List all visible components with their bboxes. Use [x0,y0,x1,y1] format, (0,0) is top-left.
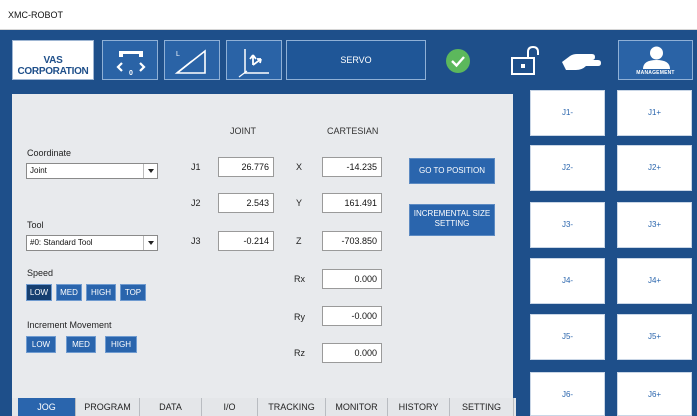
check-circle-icon [446,49,470,73]
linear-move-button[interactable]: L [164,40,220,80]
j3-value: -0.214 [218,231,274,251]
jog-button-pane: J1- J1+ J2- J2+ J3- J3+ J4- J4+ J5- J5+ … [516,90,697,416]
x-label: X [296,162,303,172]
cartesian-header: CARTESIAN [327,126,379,136]
speed-top-button[interactable]: TOP [120,284,146,301]
speed-high-button[interactable]: HIGH [86,284,116,301]
rx-label: Rx [294,274,305,284]
title-bar: XMC-ROBOT [0,0,697,30]
tab-data[interactable]: DATA [140,398,202,416]
logo-text: VAS CORPORATION [17,55,89,77]
jog-j5-plus-button[interactable]: J5+ [617,314,692,360]
tool-value: #0: Standard Tool [30,238,93,247]
bottom-tab-bar: JOG PROGRAM DATA I/O TRACKING MONITOR HI… [12,398,516,416]
hand-button[interactable] [556,40,606,80]
jog-j2-minus-button[interactable]: J2- [530,145,605,191]
company-logo: VAS CORPORATION [12,40,94,80]
unlock-icon [511,45,539,75]
tab-program[interactable]: PROGRAM [76,398,140,416]
tab-jog[interactable]: JOG [18,398,76,416]
coordinate-frame-icon [238,49,269,78]
tab-tracking[interactable]: TRACKING [258,398,326,416]
ry-value: -0.000 [322,306,382,326]
rz-value: 0.000 [322,343,382,363]
j2-value: 2.543 [218,193,274,213]
coordinate-label: Coordinate [27,148,72,158]
incremental-size-setting-button[interactable]: INCREMENTAL SIZE SETTING [409,204,495,236]
joint-header: JOINT [230,126,256,136]
incremental-size-label-line1: INCREMENTAL SIZE [413,209,491,218]
gripper-icon: 0 [116,51,146,77]
chevron-down-icon [143,236,157,250]
y-label: Y [296,198,303,208]
jog-j6-plus-button[interactable]: J6+ [617,372,692,416]
jog-j4-minus-button[interactable]: J4- [530,258,605,304]
tab-history[interactable]: HISTORY [388,398,450,416]
speed-low-button[interactable]: LOW [26,284,52,301]
increment-med-button[interactable]: MED [66,336,96,353]
svg-text:L: L [176,51,180,58]
z-value: -703.850 [322,231,382,251]
increment-low-button[interactable]: LOW [26,336,56,353]
window-title: XMC-ROBOT [8,10,63,20]
jog-j1-minus-button[interactable]: J1- [530,90,605,136]
jog-panel: JOINT CARTESIAN Coordinate Joint Tool #0… [12,94,513,398]
increment-high-button[interactable]: HIGH [105,336,137,353]
jog-j4-plus-button[interactable]: J4+ [617,258,692,304]
coordinate-select[interactable]: Joint [26,163,158,179]
tool-select[interactable]: #0: Standard Tool [26,235,158,251]
incremental-size-label-line2: SETTING [434,219,470,228]
j2-label: J2 [191,198,201,208]
rz-label: Rz [294,348,305,358]
jog-j2-plus-button[interactable]: J2+ [617,145,692,191]
linear-move-icon: L [174,49,206,74]
top-toolbar: VAS CORPORATION 0 L SERVO MANAGEMENT [0,30,697,90]
coordinate-value: Joint [30,166,47,175]
servo-button[interactable]: SERVO [286,40,426,80]
y-value: 161.491 [322,193,382,213]
x-value: -14.235 [322,157,382,177]
svg-text:0: 0 [129,70,133,77]
speed-label: Speed [27,268,54,278]
tab-monitor[interactable]: MONITOR [326,398,388,416]
j3-label: J3 [191,236,201,246]
tab-setting[interactable]: SETTING [450,398,514,416]
coordinate-frame-button[interactable] [226,40,282,80]
main-pane: JOINT CARTESIAN Coordinate Joint Tool #0… [0,90,516,416]
hand-icon [562,54,601,70]
j1-label: J1 [191,162,201,172]
jog-j6-minus-button[interactable]: J6- [530,372,605,416]
jog-j1-plus-button[interactable]: J1+ [617,90,692,136]
j1-value: 26.776 [218,157,274,177]
jog-j3-minus-button[interactable]: J3- [530,202,605,248]
chevron-down-icon [143,164,157,178]
speed-med-button[interactable]: MED [56,284,82,301]
jog-j3-plus-button[interactable]: J3+ [617,202,692,248]
go-to-position-button[interactable]: GO TO POSITION [409,158,495,184]
gripper-button[interactable]: 0 [102,40,158,80]
management-label: MANAGEMENT [636,70,675,76]
tool-label: Tool [27,220,44,230]
increment-label: Increment Movement [27,320,112,330]
z-label: Z [296,236,302,246]
jog-j5-minus-button[interactable]: J5- [530,314,605,360]
tab-io[interactable]: I/O [202,398,258,416]
ry-label: Ry [294,312,305,322]
rx-value: 0.000 [322,269,382,289]
management-button[interactable]: MANAGEMENT [618,40,693,80]
unlock-button[interactable] [500,40,552,80]
